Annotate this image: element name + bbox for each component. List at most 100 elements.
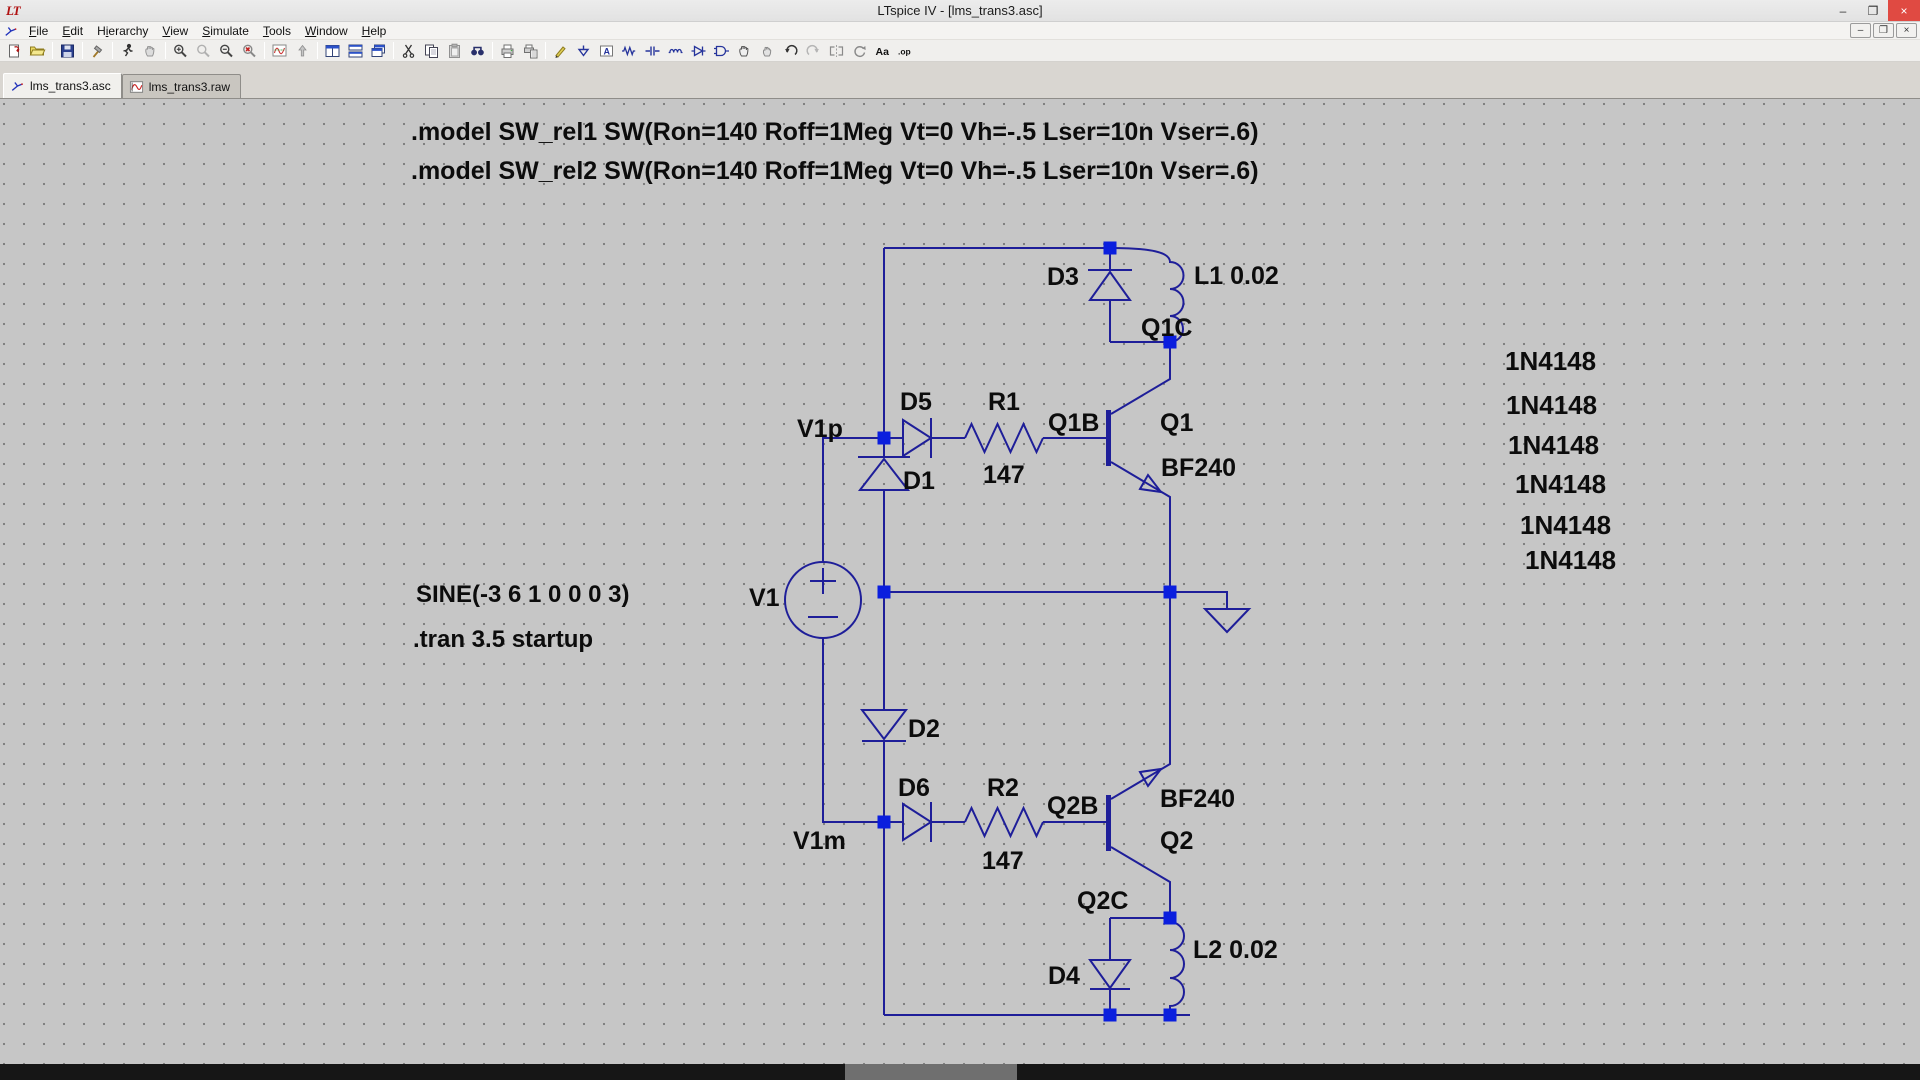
print-button[interactable] (496, 41, 519, 61)
control-panel-button[interactable] (86, 41, 109, 61)
net-label-v1m[interactable]: V1m (793, 827, 846, 855)
menu-edit[interactable]: Edit (55, 23, 90, 39)
label-r2[interactable]: R2 (987, 774, 1019, 802)
value-q1-model[interactable]: BF240 (1161, 454, 1236, 482)
paste-button[interactable] (443, 41, 466, 61)
part-note[interactable]: 1N4148 (1505, 346, 1596, 376)
taskbar-item[interactable] (845, 1064, 1017, 1080)
value-r1[interactable]: 147 (983, 461, 1025, 489)
component-button[interactable] (710, 41, 733, 61)
net-label-q1b[interactable]: Q1B (1048, 409, 1099, 437)
find-button[interactable] (466, 41, 489, 61)
minimize-button[interactable]: – (1828, 0, 1858, 21)
zoom-full-icon (241, 43, 258, 59)
label-d2[interactable]: D2 (908, 715, 940, 743)
zoom-pan-button[interactable] (192, 41, 215, 61)
label-d1[interactable]: D1 (903, 467, 935, 495)
net-label-v1p[interactable]: V1p (797, 415, 843, 443)
tile-horizontal-button[interactable] (344, 41, 367, 61)
zoom-full-button[interactable] (238, 41, 261, 61)
menu-window[interactable]: Window (298, 23, 355, 39)
label-l1[interactable]: L1 0.02 (1194, 262, 1279, 290)
menu-help[interactable]: Help (355, 23, 394, 39)
label-d6[interactable]: D6 (898, 774, 930, 802)
inductor-icon (667, 43, 684, 59)
label-d4[interactable]: D4 (1048, 962, 1080, 990)
taskbar (0, 1064, 1920, 1080)
component-gate-icon (713, 43, 730, 59)
halt-button[interactable] (139, 41, 162, 61)
sine-directive[interactable]: SINE(-3 6 1 0 0 0 3) (416, 581, 629, 608)
tile-vertical-button[interactable] (321, 41, 344, 61)
restore-button[interactable]: ❐ (1858, 0, 1888, 21)
net-label-q2c[interactable]: Q2C (1077, 887, 1128, 915)
inductor-button[interactable] (664, 41, 687, 61)
autorange-button[interactable] (291, 41, 314, 61)
net-label-button[interactable]: A (595, 41, 618, 61)
redo-button[interactable] (802, 41, 825, 61)
new-schematic-button[interactable] (3, 41, 26, 61)
label-d5[interactable]: D5 (900, 388, 932, 416)
waveform-button[interactable] (268, 41, 291, 61)
capacitor-button[interactable] (641, 41, 664, 61)
resistor-button[interactable] (618, 41, 641, 61)
print-preview-button[interactable] (519, 41, 542, 61)
label-v1[interactable]: V1 (749, 584, 780, 612)
cascade-icon (370, 43, 387, 59)
cut-scissors-icon (400, 43, 417, 59)
tran-directive[interactable]: .tran 3.5 startup (413, 626, 593, 653)
model-directive-2[interactable]: .model SW_rel2 SW(Ron=140 Roff=1Meg Vt=0… (411, 157, 1259, 185)
menu-hierarchy[interactable]: Hierarchy (90, 23, 155, 39)
zoom-out-button[interactable] (215, 41, 238, 61)
move-button[interactable] (733, 41, 756, 61)
drag-button[interactable] (756, 41, 779, 61)
child-close-button[interactable]: × (1896, 23, 1917, 38)
rotate-button[interactable] (848, 41, 871, 61)
label-q2[interactable]: Q2 (1160, 827, 1193, 855)
tab-schematic[interactable]: lms_trans3.asc (3, 73, 122, 98)
open-button[interactable] (26, 41, 49, 61)
zoom-in-button[interactable] (169, 41, 192, 61)
cut-button[interactable] (397, 41, 420, 61)
spice-directive-button[interactable]: .op (894, 41, 917, 61)
label-q1[interactable]: Q1 (1160, 409, 1193, 437)
text-button[interactable]: Aa (871, 41, 894, 61)
cascade-button[interactable] (367, 41, 390, 61)
child-minimize-button[interactable]: – (1850, 23, 1871, 38)
value-r2[interactable]: 147 (982, 847, 1024, 875)
net-label-q1c[interactable]: Q1C (1141, 314, 1192, 342)
label-l2[interactable]: L2 0.02 (1193, 936, 1278, 964)
tab-waveform[interactable]: lms_trans3.raw (122, 74, 241, 98)
run-button[interactable] (116, 41, 139, 61)
model-directive-1[interactable]: .model SW_rel1 SW(Ron=140 Roff=1Meg Vt=0… (411, 118, 1259, 146)
menu-view[interactable]: View (155, 23, 195, 39)
net-label-q2b[interactable]: Q2B (1047, 792, 1098, 820)
value-q2-model[interactable]: BF240 (1160, 785, 1235, 813)
copy-icon (423, 43, 440, 59)
schematic-canvas[interactable]: .model SW_rel1 SW(Ron=140 Roff=1Meg Vt=0… (0, 99, 1920, 1064)
save-button[interactable] (56, 41, 79, 61)
part-note[interactable]: 1N4148 (1520, 510, 1611, 540)
part-note[interactable]: 1N4148 (1508, 430, 1599, 460)
part-note[interactable]: 1N4148 (1506, 390, 1597, 420)
ground-button[interactable] (572, 41, 595, 61)
label-r1[interactable]: R1 (988, 388, 1020, 416)
save-icon (59, 43, 76, 59)
menu-simulate[interactable]: Simulate (195, 23, 256, 39)
copy-button[interactable] (420, 41, 443, 61)
close-button[interactable]: × (1888, 0, 1920, 21)
undo-button[interactable] (779, 41, 802, 61)
window-title: LTspice IV - [lms_trans3.asc] (0, 3, 1920, 18)
diode-button[interactable] (687, 41, 710, 61)
label-d3[interactable]: D3 (1047, 263, 1079, 291)
autorange-arrow-icon (294, 43, 311, 59)
part-note[interactable]: 1N4148 (1525, 545, 1616, 575)
mirror-button[interactable] (825, 41, 848, 61)
menu-file[interactable]: File (22, 23, 55, 39)
child-restore-button[interactable]: ❐ (1873, 23, 1894, 38)
tab-label: lms_trans3.raw (149, 80, 230, 94)
menu-tools[interactable]: Tools (256, 23, 298, 39)
draw-wire-button[interactable] (549, 41, 572, 61)
run-icon (119, 43, 136, 59)
part-note[interactable]: 1N4148 (1515, 469, 1606, 499)
